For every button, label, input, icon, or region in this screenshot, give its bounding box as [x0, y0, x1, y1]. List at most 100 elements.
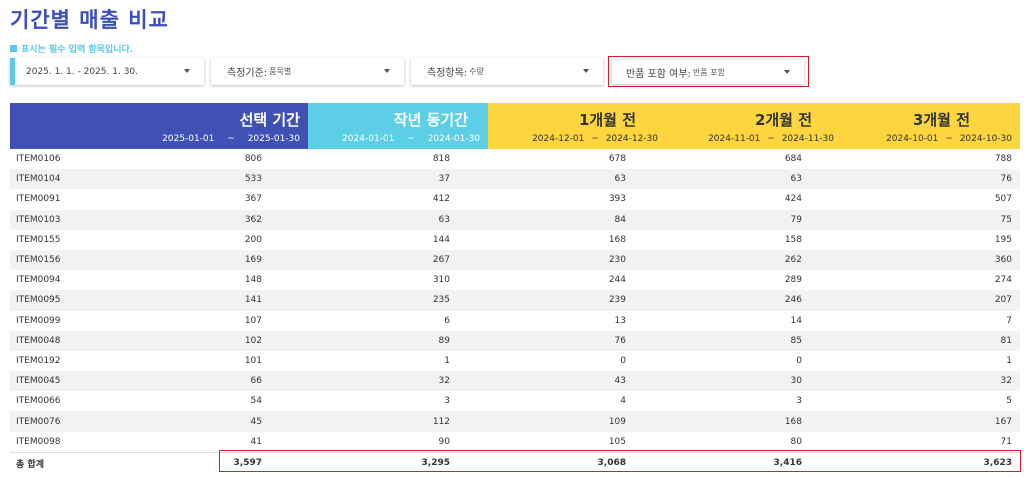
- criteria-label: 측정기준:: [227, 68, 268, 79]
- date-separator: ~: [591, 134, 599, 144]
- header-1-month-ago: 1개월 전 2024-12-01 ~ 2024-12-30: [488, 103, 666, 149]
- criteria-value: 품목별: [269, 67, 292, 76]
- table-row: ITEM0094 148 310 244 289 274: [10, 270, 1020, 291]
- metric-filter[interactable]: 측정항목: 수량: [411, 58, 603, 85]
- date-start: 2024-10-01: [886, 134, 939, 144]
- header-2-months-ago: 2개월 전 2024-11-01 ~ 2024-11-30: [666, 103, 842, 149]
- last-year-value: 63: [438, 214, 450, 225]
- date-range-filter[interactable]: 2025. 1. 1. - 2025. 1. 30.: [10, 58, 204, 85]
- header-selected-period: 선택 기간 2025-01-01 ~ 2025-01-30: [10, 103, 308, 149]
- m1-value: 84: [614, 214, 626, 225]
- table-row: ITEM0104 533 37 63 63 76: [10, 169, 1020, 190]
- date-range-value: 2025. 1. 1. - 2025. 1. 30.: [26, 66, 139, 77]
- date-end: 2024-11-30: [781, 134, 834, 144]
- selected-value: 533: [244, 174, 262, 185]
- m3-value: 788: [994, 154, 1012, 165]
- m2-value: 168: [784, 416, 802, 427]
- table-row: ITEM0106 806 818 678 684 788: [10, 149, 1020, 170]
- m2-value: 30: [790, 376, 802, 387]
- table-row: ITEM0066 54 3 4 3 5: [10, 391, 1020, 412]
- table-row: ITEM0045 66 32 43 30 32: [10, 371, 1020, 392]
- last-year-value: 32: [438, 376, 450, 387]
- table-row: ITEM0076 45 112 109 168 167: [10, 411, 1020, 432]
- m2-value: 289: [784, 275, 802, 286]
- m1-value: 43: [614, 376, 626, 387]
- last-year-value: 90: [438, 436, 450, 447]
- chevron-down-icon[interactable]: [184, 69, 190, 73]
- item-code: ITEM0155: [16, 234, 61, 245]
- date-start: 2025-01-01: [162, 134, 215, 144]
- table-row: ITEM0155 200 144 168 158 195: [10, 229, 1020, 250]
- date-separator: ~: [407, 134, 415, 144]
- header-dates: 2025-01-01 ~ 2025-01-30: [162, 134, 300, 144]
- m2-value: 684: [784, 154, 802, 165]
- header-dates: 2024-12-01 ~ 2024-12-30: [532, 134, 658, 144]
- date-end: 2025-01-30: [247, 134, 300, 144]
- date-start: 2024-11-01: [708, 134, 761, 144]
- item-code: ITEM0099: [16, 315, 61, 326]
- m1-value: 239: [608, 295, 626, 306]
- selected-value: 102: [244, 335, 262, 346]
- chevron-down-icon[interactable]: [784, 70, 790, 74]
- last-year-value: 310: [432, 275, 450, 286]
- m2-value: 158: [784, 234, 802, 245]
- last-year-value: 89: [438, 335, 450, 346]
- page-title: 기간별 매출 비교: [10, 8, 169, 32]
- metric-value: 수량: [469, 67, 484, 76]
- m1-value: 168: [608, 234, 626, 245]
- header-dates: 2024-10-01 ~ 2024-10-30: [886, 134, 1012, 144]
- m3-value: 71: [1000, 436, 1012, 447]
- table-row: ITEM0156 169 267 230 262 360: [10, 249, 1020, 271]
- m2-value: 246: [784, 295, 802, 306]
- m2-value: 79: [790, 214, 802, 225]
- selected-value: 362: [244, 214, 262, 225]
- header-last-year: 작년 동기간 2024-01-01 ~ 2024-01-30: [308, 103, 488, 149]
- m3-value: 75: [1000, 214, 1012, 225]
- chevron-down-icon[interactable]: [384, 69, 390, 73]
- total-label: 총 합계: [16, 459, 44, 470]
- chevron-down-icon[interactable]: [583, 69, 589, 73]
- selected-value: 367: [244, 194, 262, 205]
- last-year-value: 1: [444, 355, 450, 366]
- m1-value: 63: [614, 174, 626, 185]
- selected-value: 107: [244, 315, 262, 326]
- m3-value: 5: [1006, 396, 1012, 407]
- selected-value: 148: [244, 275, 262, 286]
- selected-value: 41: [250, 436, 262, 447]
- selected-value: 169: [244, 255, 262, 266]
- criteria-filter[interactable]: 측정기준: 품목별: [211, 58, 404, 85]
- item-code: ITEM0066: [16, 396, 61, 407]
- item-code: ITEM0094: [16, 275, 61, 286]
- m3-value: 76: [1000, 174, 1012, 185]
- item-code: ITEM0103: [16, 214, 61, 225]
- header-dates: 2024-11-01 ~ 2024-11-30: [708, 134, 834, 144]
- table-row: ITEM0091 367 412 393 424 507: [10, 189, 1020, 210]
- item-code: ITEM0104: [16, 174, 61, 185]
- m3-value: 507: [994, 194, 1012, 205]
- selected-value: 141: [244, 295, 262, 306]
- item-code: ITEM0192: [16, 355, 61, 366]
- header-3-months-ago: 3개월 전 2024-10-01 ~ 2024-10-30: [842, 103, 1020, 149]
- item-code: ITEM0156: [16, 255, 61, 266]
- required-note-text: 표시는 필수 입력 항목입니다.: [21, 45, 134, 55]
- last-year-value: 267: [432, 255, 450, 266]
- m1-value: 76: [614, 335, 626, 346]
- item-code: ITEM0045: [16, 376, 61, 387]
- selected-value: 45: [250, 416, 262, 427]
- returns-label: 반품 포함 여부:: [626, 68, 691, 80]
- m1-value: 0: [620, 355, 626, 366]
- last-year-value: 412: [432, 194, 450, 205]
- table-row: ITEM0048 102 89 76 85 81: [10, 330, 1020, 351]
- returns-filter[interactable]: 반품 포함 여부: 반품 포함: [612, 60, 804, 84]
- date-separator: ~: [767, 134, 775, 144]
- date-end: 2024-12-30: [605, 134, 658, 144]
- table-row: ITEM0098 41 90 105 80 71: [10, 431, 1020, 452]
- m3-value: 32: [1000, 376, 1012, 387]
- total-highlight: [219, 450, 1021, 472]
- last-year-value: 3: [444, 396, 450, 407]
- m1-value: 4: [620, 396, 626, 407]
- item-code: ITEM0106: [16, 154, 61, 165]
- date-separator: ~: [945, 134, 953, 144]
- filter-accent-bar: [10, 58, 15, 85]
- returns-value: 반품 포함: [692, 67, 725, 77]
